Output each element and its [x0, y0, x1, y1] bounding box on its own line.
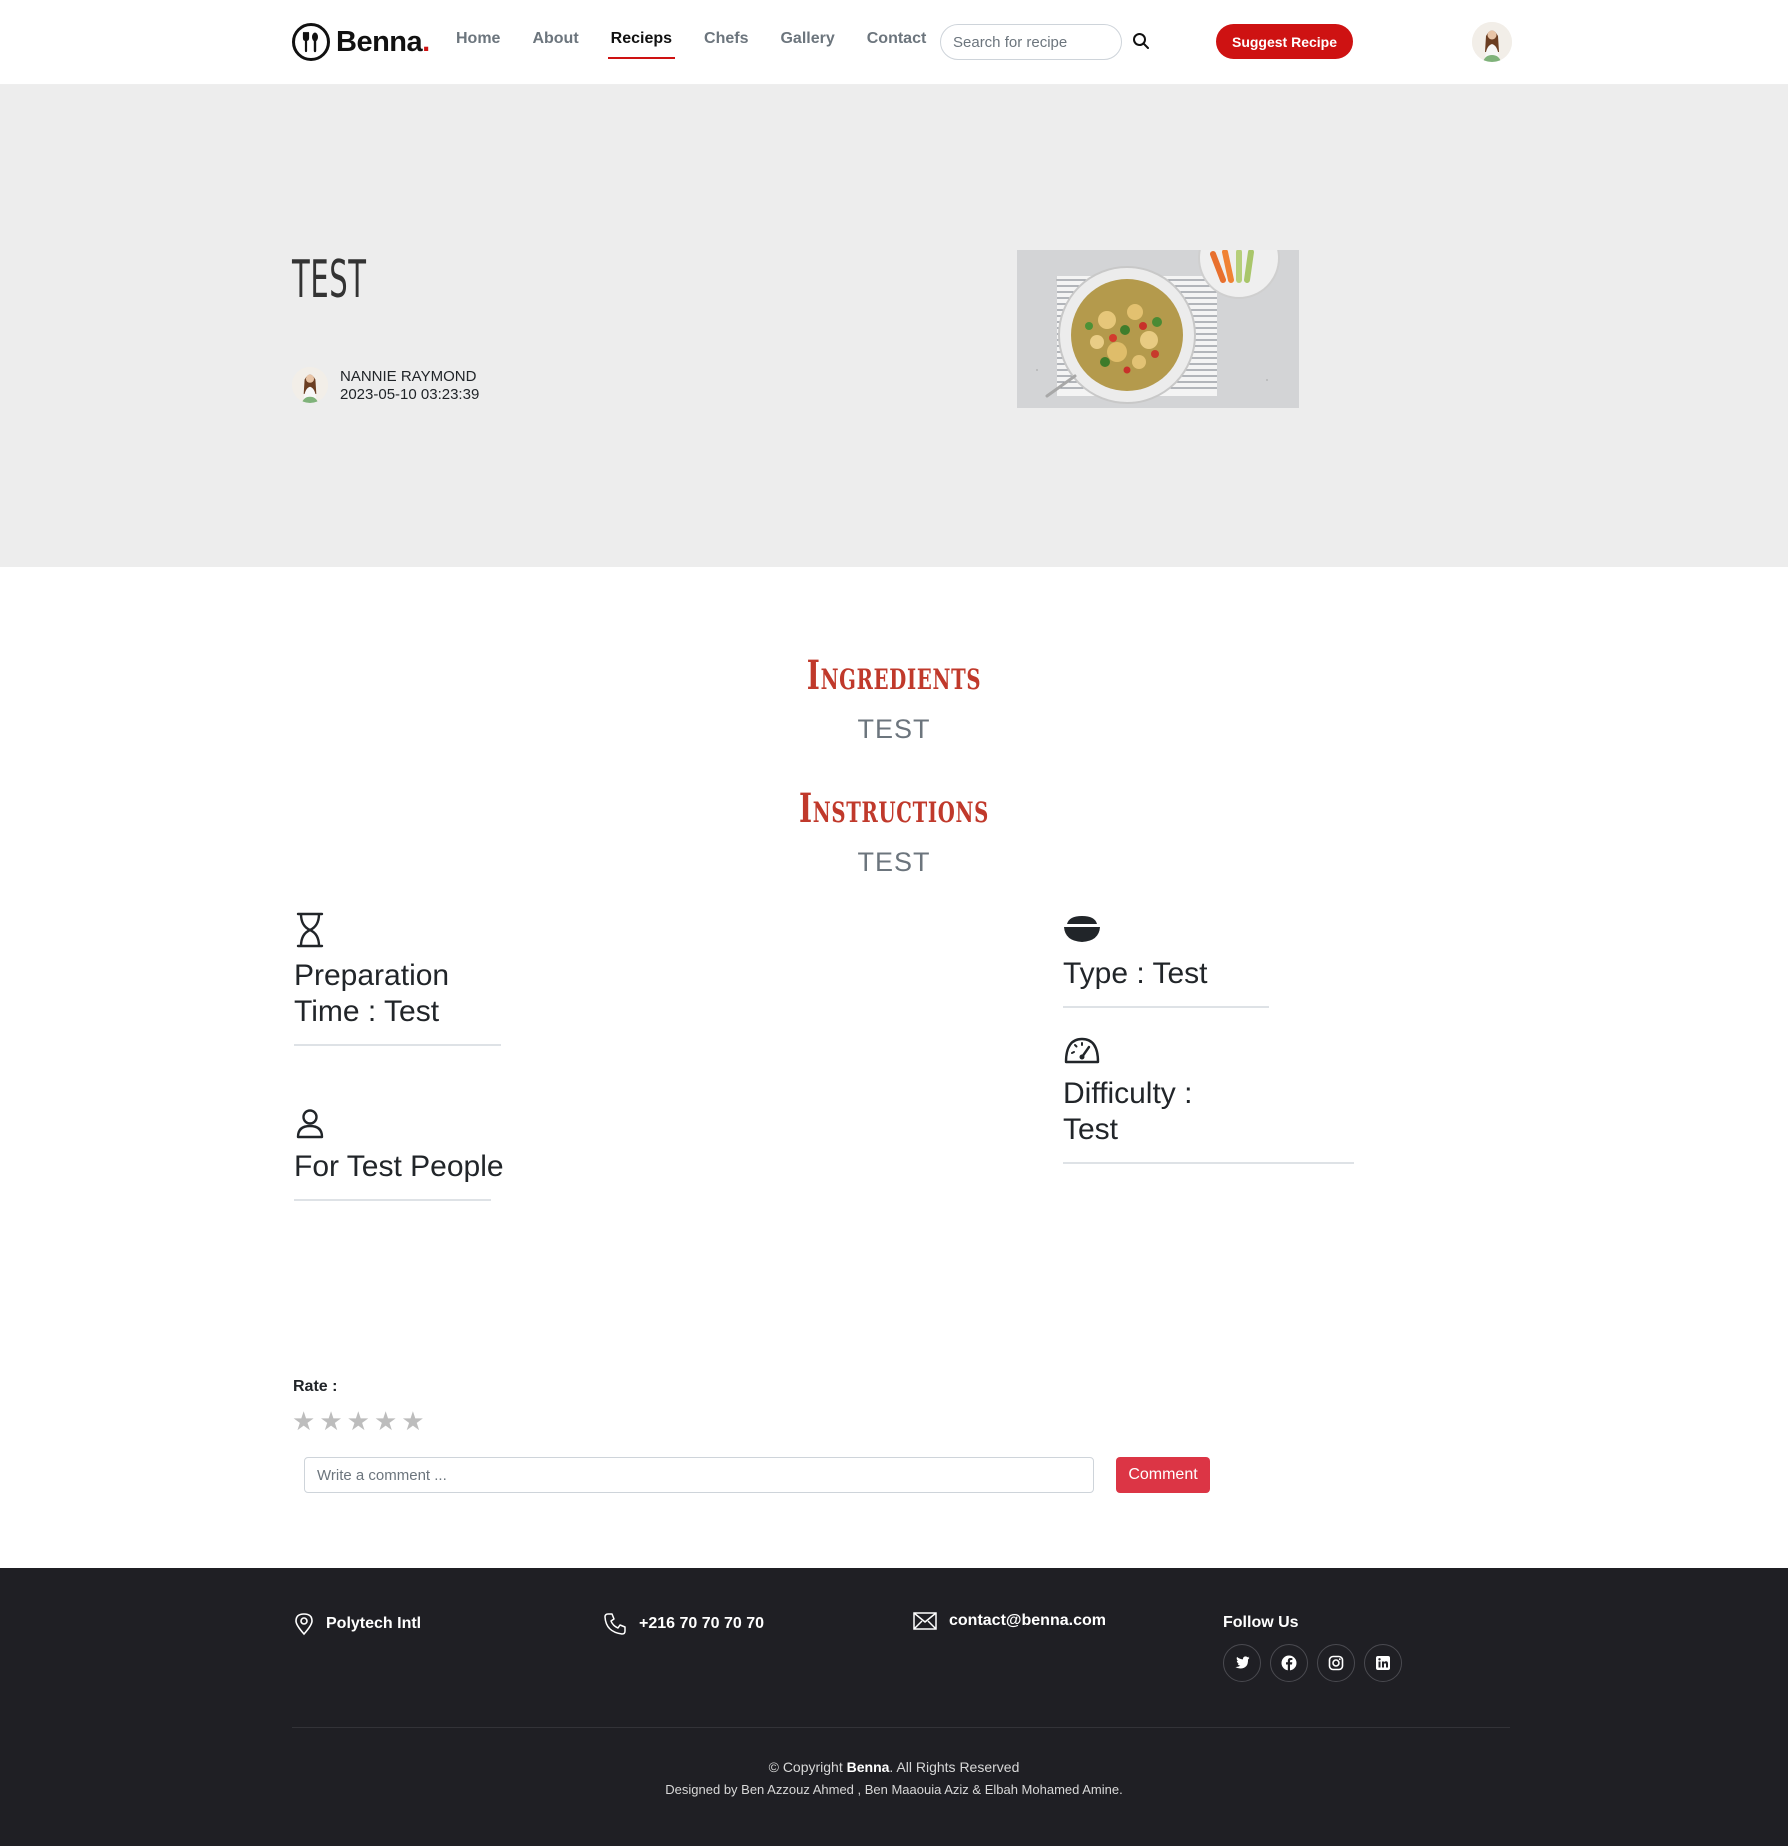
people-block: For Test People — [294, 1107, 504, 1201]
comment-input[interactable] — [304, 1457, 1094, 1493]
star-icon[interactable]: ★ — [401, 1406, 424, 1436]
email-text[interactable]: contact@benna.com — [949, 1612, 1106, 1630]
credits: Designed by Ben Azzouz Ahmed , Ben Maaou… — [665, 1782, 1123, 1797]
follow-us-title: Follow Us — [1223, 1614, 1299, 1631]
phone-icon — [604, 1613, 626, 1635]
gauge-icon — [1064, 1037, 1100, 1064]
facebook-icon[interactable] — [1270, 1644, 1308, 1682]
nav-recipes[interactable]: Recieps — [607, 30, 676, 60]
prep-time-block: Preparation Time : Test — [294, 912, 501, 1046]
nav-about[interactable]: About — [532, 30, 578, 60]
phone-text[interactable]: +216 70 70 70 70 — [639, 1615, 764, 1633]
logo-text: Benna. — [336, 25, 430, 58]
author-name: NANNIE RAYMOND — [340, 368, 477, 385]
person-icon — [296, 1109, 324, 1139]
utensils-icon — [292, 23, 330, 61]
star-icon[interactable]: ★ — [374, 1406, 397, 1436]
instructions-text: TEST — [857, 847, 931, 877]
nav-chefs[interactable]: Chefs — [704, 30, 748, 60]
recipe-image — [1017, 250, 1299, 408]
twitter-icon[interactable] — [1223, 1644, 1261, 1682]
footer-phone: +216 70 70 70 70 — [603, 1612, 764, 1636]
user-avatar[interactable] — [1472, 22, 1512, 62]
type-block: Type : Test — [1063, 912, 1269, 1008]
nav-gallery[interactable]: Gallery — [780, 30, 834, 60]
instructions-title: Instructions — [798, 785, 990, 832]
difficulty-label: Difficulty : Test — [1063, 1077, 1193, 1146]
linkedin-icon[interactable] — [1364, 1644, 1402, 1682]
ingredients-text: TEST — [857, 714, 931, 744]
nav-contact[interactable]: Contact — [867, 30, 927, 60]
hourglass-icon — [296, 912, 324, 948]
instagram-icon[interactable] — [1317, 1644, 1355, 1682]
star-rating: ★ ★ ★ ★ ★ — [292, 1406, 429, 1436]
comment-button[interactable]: Comment — [1116, 1457, 1210, 1493]
main-nav: Home About Recieps Chefs Gallery Contact — [440, 30, 942, 60]
envelope-icon — [913, 1612, 937, 1630]
author-avatar — [292, 367, 328, 403]
social-links — [1223, 1644, 1411, 1682]
recipe-hero: TEST NANNIE RAYMOND 2023-05-10 03:23:39 — [0, 85, 1788, 567]
divider — [1063, 1162, 1354, 1164]
star-icon[interactable]: ★ — [319, 1406, 342, 1436]
nav-home[interactable]: Home — [456, 30, 500, 60]
location-pin-icon — [295, 1613, 313, 1636]
site-header: Benna. Home About Recieps Chefs Gallery … — [0, 0, 1788, 85]
ingredients-title: Ingredients — [806, 652, 982, 699]
suggest-recipe-button[interactable]: Suggest Recipe — [1216, 24, 1353, 59]
copyright-brand: Benna — [846, 1759, 890, 1775]
recipe-title: TEST — [292, 250, 367, 310]
post-date: 2023-05-10 03:23:39 — [340, 386, 480, 403]
address-text: Polytech Intl — [326, 1615, 422, 1632]
copyright: © Copyright Benna. All Rights Reserved — [768, 1759, 1020, 1775]
star-icon[interactable]: ★ — [292, 1406, 315, 1436]
search-icon[interactable] — [1132, 32, 1152, 52]
rate-label: Rate : — [293, 1378, 338, 1395]
divider — [1063, 1006, 1269, 1008]
search-input[interactable] — [940, 24, 1122, 60]
prep-time-label: Preparation Time : Test — [294, 959, 450, 1028]
footer-address: Polytech Intl — [294, 1612, 421, 1636]
star-icon[interactable]: ★ — [347, 1406, 370, 1436]
divider — [294, 1044, 501, 1046]
divider — [294, 1199, 491, 1201]
type-label: Type : Test — [1063, 957, 1208, 990]
logo[interactable]: Benna. — [292, 22, 430, 62]
bowl-icon — [1064, 916, 1100, 942]
difficulty-block: Difficulty : Test — [1063, 1036, 1354, 1164]
people-label: For Test People — [294, 1150, 504, 1183]
footer-email: contact@benna.com — [913, 1612, 1106, 1630]
site-footer: Polytech Intl +216 70 70 70 70 contact@b… — [0, 1568, 1788, 1846]
footer-divider — [292, 1727, 1510, 1728]
